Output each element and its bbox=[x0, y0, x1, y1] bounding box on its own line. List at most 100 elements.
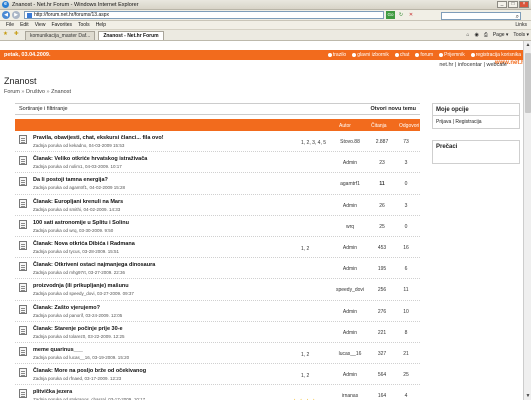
topic-icon bbox=[19, 262, 27, 272]
close-button[interactable]: × bbox=[519, 1, 529, 8]
site-subnav[interactable]: net.hr | infocentar | webcafe bbox=[439, 62, 507, 68]
topic-author[interactable]: Admin bbox=[333, 372, 367, 378]
topic-last-post: Zadnja poruka od wrq, 03-30-2009. 9:50 bbox=[33, 227, 114, 233]
links-button[interactable]: Links bbox=[515, 22, 527, 28]
topic-pages[interactable]: 1, 2 bbox=[301, 246, 309, 252]
add-favorite-icon[interactable]: ✚ bbox=[14, 31, 21, 38]
user-icon bbox=[470, 53, 475, 57]
topic-author[interactable]: Admin bbox=[333, 330, 367, 336]
search-icon[interactable]: ⌕ bbox=[516, 14, 519, 21]
topic-row[interactable]: Članak: More na posljo brže od očekivano… bbox=[15, 364, 420, 386]
topic-replies: 6 bbox=[404, 266, 408, 273]
topic-pages[interactable]: 1, 2 bbox=[301, 352, 309, 358]
topic-title[interactable]: Članak: Veliko otkriće hrvatskog istraži… bbox=[33, 156, 147, 162]
topic-replies: 4 bbox=[404, 393, 408, 400]
search-input[interactable]: ⌕ bbox=[441, 11, 521, 21]
favorites-star-icon[interactable]: ★ bbox=[3, 31, 10, 38]
topic-replies: 73 bbox=[403, 139, 409, 145]
topic-author[interactable]: agamtrf1 bbox=[333, 181, 367, 187]
new-topic-button[interactable]: Otvori novu temu bbox=[370, 106, 416, 112]
home-icon[interactable]: ⌂ bbox=[466, 32, 469, 38]
topic-title[interactable]: meme quarinus___ bbox=[33, 347, 83, 353]
topic-row[interactable]: Pravila, obavijesti, chat, ekskursi član… bbox=[15, 131, 420, 153]
sort-filter-link[interactable]: Sortiranje i filtriranje bbox=[19, 106, 68, 112]
topic-pages[interactable]: 1, 2 bbox=[301, 373, 309, 379]
column-reads[interactable]: Čitanja bbox=[371, 123, 387, 129]
scroll-down-icon[interactable]: ▼ bbox=[525, 393, 531, 399]
page-menu[interactable]: Page ▾ bbox=[493, 32, 509, 38]
nav-registracija[interactable]: registracija korisnika bbox=[470, 52, 521, 58]
topic-icon bbox=[19, 135, 27, 144]
topic-author[interactable]: speedy_dovi bbox=[333, 287, 367, 293]
topic-title[interactable]: Članak: Zašto vjerujemo? bbox=[33, 305, 100, 311]
topic-author[interactable]: Admin bbox=[333, 309, 367, 315]
topic-author[interactable]: Admin bbox=[333, 160, 367, 166]
nav-forum[interactable]: forum bbox=[415, 52, 433, 58]
topic-author[interactable]: Admin bbox=[333, 203, 367, 209]
column-replies[interactable]: Odgovori bbox=[399, 123, 419, 129]
feeds-icon[interactable]: ◉ bbox=[474, 32, 478, 38]
topic-author[interactable]: Admin bbox=[333, 266, 367, 272]
breadcrumb-znanost: Znanost bbox=[51, 89, 71, 95]
topic-row[interactable]: Članak: Zašto vjerujemo? Zadnja poruka od… bbox=[15, 301, 420, 322]
topic-row[interactable]: Članak: Veliko otkriće hrvatskog istraži… bbox=[15, 152, 420, 174]
topic-row[interactable]: Da li postoji tamna energija? Zadnja poru… bbox=[15, 173, 420, 195]
topic-pages[interactable]: 1, 2, 3, 4, 5 bbox=[301, 140, 326, 146]
topic-title[interactable]: 100 sati astronomije u Splitu i Solinu bbox=[33, 220, 129, 226]
refresh-icon[interactable]: ↻ bbox=[397, 11, 405, 19]
topic-row[interactable]: Članak: Starenje počinje prije 30-e Zadnj… bbox=[15, 322, 420, 343]
topic-title[interactable]: Članak: More na posljo brže od očekivano… bbox=[33, 368, 146, 374]
menu-view[interactable]: View bbox=[35, 22, 46, 28]
breadcrumb-forum[interactable]: Forum bbox=[4, 89, 20, 95]
topic-author[interactable]: wrq bbox=[333, 224, 367, 230]
column-author[interactable]: Autor bbox=[339, 123, 351, 129]
topic-row[interactable]: meme quarinus___ Zadnja poruka od lucas__… bbox=[15, 343, 420, 365]
menu-tools[interactable]: Tools bbox=[78, 22, 90, 28]
tab-znanost[interactable]: Znanost - Net.hr Forum bbox=[98, 31, 164, 40]
tab-komunikacija[interactable]: komunikacija_master Daf... bbox=[25, 31, 96, 40]
topic-list: Sortiranje i filtriranje Otvori novu tem… bbox=[15, 103, 420, 400]
topic-row[interactable]: Članak: Nova otkrića Dibića i Radmana Zad… bbox=[15, 237, 420, 259]
go-button[interactable]: Go bbox=[386, 11, 395, 19]
scrollbar-thumb[interactable] bbox=[525, 53, 531, 113]
topic-row[interactable]: plitvička jezera Zadnja poruka od stokran… bbox=[15, 385, 420, 400]
topic-row[interactable]: 100 sati astronomije u Splitu i Solinu Za… bbox=[15, 216, 420, 237]
scroll-up-icon[interactable]: ▲ bbox=[525, 42, 531, 48]
print-icon[interactable]: ⎙ bbox=[484, 32, 488, 38]
topic-row[interactable]: Članak: Europljani krenuli na Mars Zadnja… bbox=[15, 195, 420, 216]
nav-prijemnik[interactable]: Prijemnik bbox=[439, 52, 465, 58]
topic-title[interactable]: proizvodnja (ili prikupljanje) mašunu bbox=[33, 283, 129, 289]
tools-menu[interactable]: Tools ▾ bbox=[513, 32, 529, 38]
maximize-button[interactable]: □ bbox=[508, 1, 518, 8]
topic-author[interactable]: irnanas bbox=[333, 393, 367, 399]
topic-title[interactable]: plitvička jezera bbox=[33, 389, 72, 395]
topic-author[interactable]: lucas__16 bbox=[333, 351, 367, 357]
topic-title[interactable]: Članak: Otkriveni ostaci najmanjega dino… bbox=[33, 262, 155, 268]
topic-author[interactable]: Admin bbox=[333, 245, 367, 251]
breadcrumb-drustvo[interactable]: Društvo bbox=[26, 89, 45, 95]
forward-button[interactable]: ▶ bbox=[12, 11, 20, 19]
menu-file[interactable]: File bbox=[6, 22, 14, 28]
nav-glavni-izbornik[interactable]: glavni izbornik bbox=[352, 52, 389, 58]
menu-edit[interactable]: Edit bbox=[20, 22, 29, 28]
minimize-button[interactable]: _ bbox=[497, 1, 507, 8]
topic-replies: 8 bbox=[404, 329, 408, 336]
login-register-links[interactable]: Prijava | Registracija bbox=[433, 116, 519, 128]
stop-icon[interactable]: ✕ bbox=[407, 11, 415, 19]
topic-author[interactable]: Stovo.88 bbox=[333, 139, 367, 145]
topic-title[interactable]: Članak: Nova otkrića Dibića i Radmana bbox=[33, 241, 135, 247]
menu-favorites[interactable]: Favorites bbox=[51, 22, 72, 28]
topic-row[interactable]: proizvodnja (ili prikupljanje) mašunu Zad… bbox=[15, 279, 420, 301]
address-field[interactable]: http://forum.net.hr/forums/13.aspx bbox=[24, 11, 384, 19]
menu-help[interactable]: Help bbox=[96, 22, 106, 28]
nav-trazilo[interactable]: trazilo bbox=[327, 52, 346, 58]
back-button[interactable]: ◀ bbox=[2, 11, 10, 19]
topic-reads: 276 bbox=[377, 308, 387, 315]
topic-title[interactable]: Da li postoji tamna energija? bbox=[33, 177, 108, 183]
topic-title[interactable]: Pravila, obavijesti, chat, ekskursi član… bbox=[33, 135, 164, 141]
nav-chat[interactable]: chat bbox=[394, 52, 409, 58]
topic-title[interactable]: Članak: Europljani krenuli na Mars bbox=[33, 199, 123, 205]
topic-row[interactable]: Članak: Otkriveni ostaci najmanjega dino… bbox=[15, 258, 420, 280]
vertical-scrollbar[interactable]: ▲ ▼ bbox=[523, 41, 531, 400]
topic-title[interactable]: Članak: Starenje počinje prije 30-e bbox=[33, 326, 123, 332]
